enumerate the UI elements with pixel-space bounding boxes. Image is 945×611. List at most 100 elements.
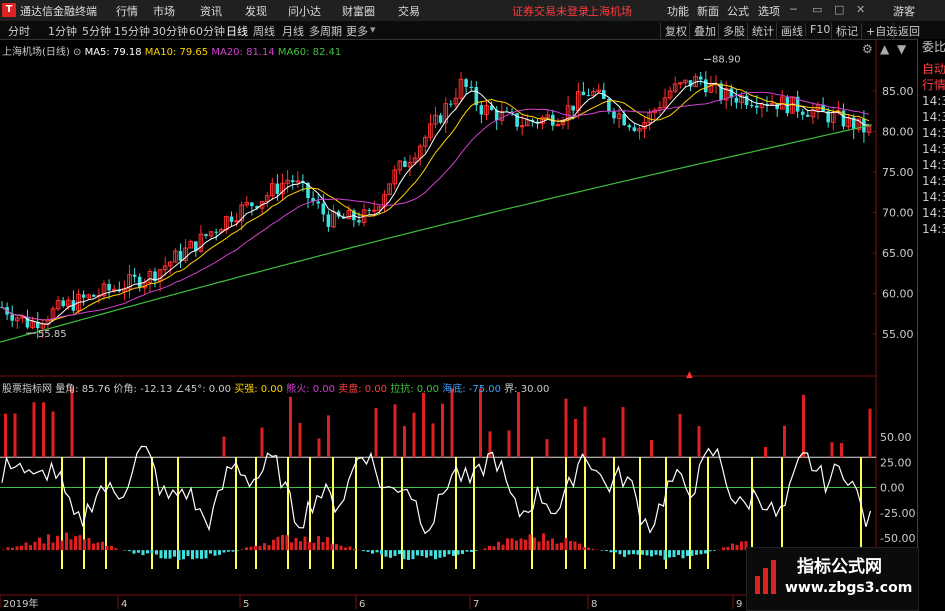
histogram-bar: [637, 550, 640, 555]
menu-market[interactable]: 市场: [153, 3, 175, 19]
histogram-bar: [254, 546, 257, 550]
menu-news[interactable]: 资讯: [200, 3, 222, 19]
tick-row-4: 14:30: [920, 125, 945, 141]
chart-down-icon[interactable]: ▼: [897, 42, 906, 56]
btn-stats[interactable]: 统计: [747, 23, 774, 39]
histogram-bar: [61, 541, 64, 550]
signal-bar: [831, 442, 834, 457]
login-status[interactable]: 证券交易未登录: [512, 3, 589, 19]
period-5min[interactable]: 5分钟: [82, 23, 111, 39]
indicator-name[interactable]: 股票指标网: [2, 384, 52, 395]
histogram-bar: [106, 546, 109, 550]
signal-bar: [327, 415, 330, 457]
btn-add-favorite[interactable]: +自选: [861, 23, 897, 39]
candle-body: [464, 79, 468, 87]
time-axis-label: 5: [243, 599, 249, 609]
restore-icon[interactable]: ▭: [812, 3, 822, 16]
histogram-bar: [520, 538, 523, 550]
period-more[interactable]: 更多: [346, 23, 368, 39]
price-tick-label: 70.00: [882, 207, 914, 220]
menu-function[interactable]: 功能: [667, 3, 689, 19]
chart-up-icon[interactable]: ▲: [880, 42, 889, 56]
more-chevron-icon[interactable]: ▾: [370, 23, 376, 36]
histogram-bar: [668, 550, 671, 557]
histogram-bar: [502, 545, 505, 551]
indicator-label-3: 买强: 0.00: [231, 384, 283, 395]
histogram-bar: [277, 537, 280, 550]
minimize-icon[interactable]: ─: [790, 3, 797, 16]
histogram-bar: [142, 550, 145, 555]
histogram-bar: [344, 547, 347, 550]
candle-body: [862, 119, 866, 132]
menu-formula[interactable]: 公式: [727, 3, 749, 19]
period-1min[interactable]: 1分钟: [48, 23, 77, 39]
maximize-icon[interactable]: □: [834, 3, 844, 16]
btn-draw[interactable]: 画线: [776, 23, 803, 39]
histogram-bar: [461, 550, 464, 554]
menu-wealth[interactable]: 财富圈: [342, 3, 375, 19]
menu-ask[interactable]: 问小达: [288, 3, 321, 19]
quote-field-0[interactable]: 委比: [920, 39, 945, 55]
menu-new-page[interactable]: 新面: [697, 3, 719, 19]
stock-name: 上海机场: [588, 3, 632, 19]
candle-body: [571, 106, 575, 111]
btn-overlay[interactable]: 叠加: [689, 23, 716, 39]
signal-bar: [546, 439, 549, 457]
indicator-label-0: 量角: 85.76: [55, 384, 110, 395]
period-60min[interactable]: 60分钟: [189, 23, 225, 39]
menu-quotes[interactable]: 行情: [116, 3, 138, 19]
period-intraday[interactable]: 分时: [8, 23, 30, 39]
histogram-bar: [20, 546, 23, 550]
histogram-bar: [160, 550, 163, 558]
btn-multi-stock[interactable]: 多股: [718, 23, 745, 39]
signal-bar: [622, 407, 625, 457]
histogram-bar: [443, 550, 446, 557]
candle-body: [449, 104, 453, 105]
signal-bar: [679, 414, 682, 457]
histogram-bar: [659, 550, 662, 556]
candle-body: [755, 106, 759, 108]
candle-body: [204, 234, 208, 236]
menu-options[interactable]: 选项: [758, 3, 780, 19]
period-multi[interactable]: 多周期: [309, 23, 342, 39]
tick-row-3: 14:30: [920, 109, 945, 125]
btn-adjust[interactable]: 复权: [660, 23, 687, 39]
menu-discover[interactable]: 发现: [245, 3, 267, 19]
settings-icon[interactable]: ⊙: [73, 47, 81, 58]
histogram-bar: [385, 550, 388, 556]
period-15min[interactable]: 15分钟: [114, 23, 150, 39]
histogram-bar: [583, 547, 586, 550]
period-weekly[interactable]: 周线: [253, 23, 275, 39]
btn-mark[interactable]: 标记: [831, 23, 858, 39]
histogram-bar: [295, 538, 298, 550]
histogram-bar: [673, 550, 676, 557]
histogram-bar: [389, 550, 392, 558]
tick-row-10: 14:30: [920, 221, 945, 237]
histogram-bar: [272, 540, 275, 550]
period-daily[interactable]: 日线: [226, 23, 248, 39]
histogram-bar: [38, 538, 41, 550]
user-guest[interactable]: 游客: [893, 3, 915, 19]
period-monthly[interactable]: 月线: [282, 23, 304, 39]
close-icon[interactable]: ✕: [856, 3, 865, 16]
histogram-bar: [340, 546, 343, 550]
btn-back[interactable]: 返回: [893, 23, 920, 39]
signal-bar: [318, 438, 321, 457]
quote-side-panel: 委比卖五卖四卖三卖二卖一买一买二买三买四买五现价涨跌涨幅总量外盘换手净资收益 自…: [917, 39, 945, 609]
candle-body: [92, 295, 96, 297]
histogram-bar: [371, 550, 374, 554]
period-toolbar: 分时 1分钟 5分钟 15分钟 30分钟 60分钟 日线 周线 月线 多周期 更…: [0, 21, 945, 40]
histogram-bar: [286, 535, 289, 550]
candle-body: [750, 105, 754, 106]
settings-gear-icon[interactable]: ⚙: [862, 42, 873, 56]
histogram-bar: [353, 549, 356, 550]
btn-f10[interactable]: F10: [805, 23, 830, 36]
menu-trade[interactable]: 交易: [398, 3, 420, 19]
ma60-label: MA60: 82.41: [278, 47, 341, 58]
price-tick-label: 65.00: [882, 247, 914, 260]
kline-chart[interactable]: 88.9055.85▲ 85.0080.0075.0070.0065.0060.…: [0, 39, 917, 609]
histogram-bar: [362, 550, 365, 551]
period-30min[interactable]: 30分钟: [152, 23, 188, 39]
histogram-bar: [709, 550, 712, 551]
histogram-bar: [52, 543, 55, 551]
